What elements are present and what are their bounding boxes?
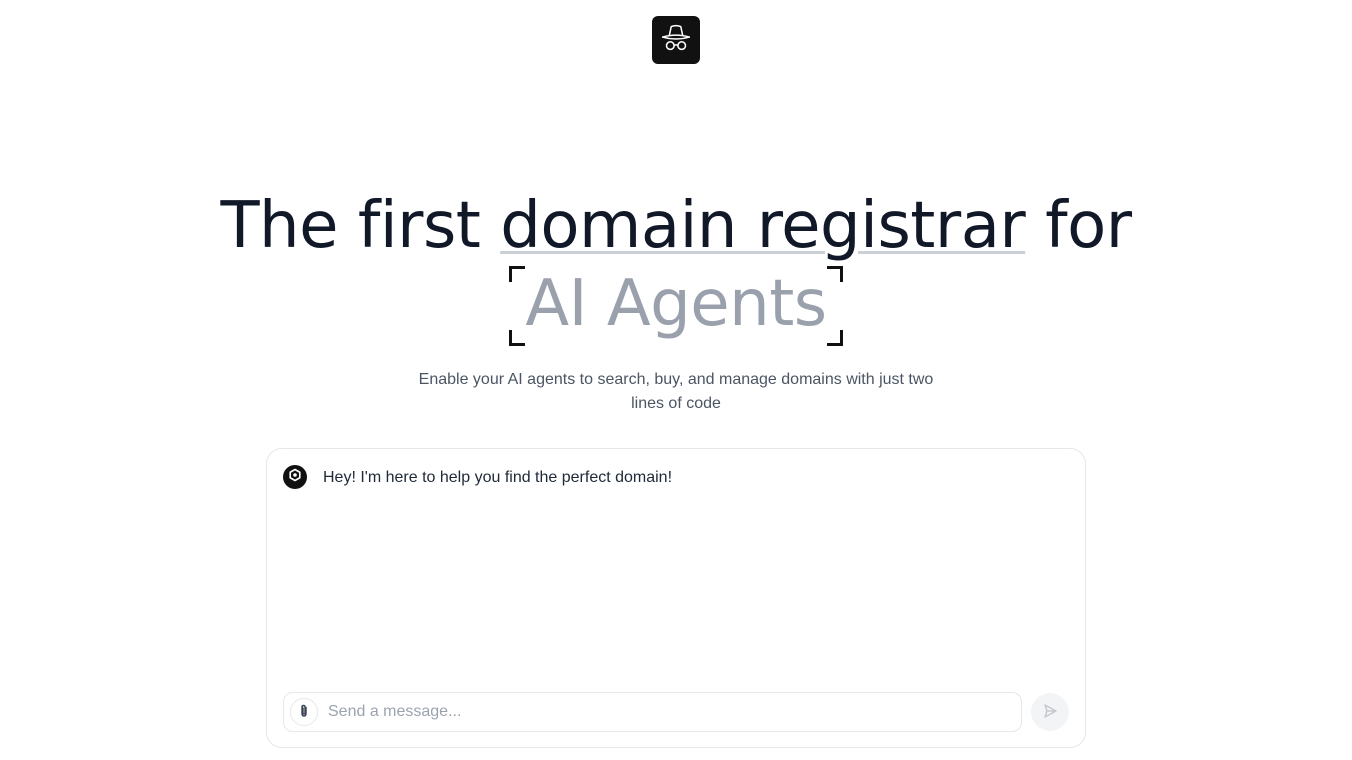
- headline-suffix: for: [1025, 189, 1132, 263]
- bracket-corner-bottom-right: [826, 330, 843, 346]
- hero-headline: The first domain registrar for: [0, 186, 1352, 266]
- headline-underlined: domain registrar: [500, 189, 1026, 263]
- attach-button[interactable]: [290, 698, 318, 726]
- bot-message: Hey! I'm here to help you find the perfe…: [323, 469, 673, 486]
- headline-highlight: AI Agents: [509, 264, 843, 346]
- headline-highlight-row: AI Agents: [0, 264, 1352, 346]
- send-arrow-icon: [1041, 702, 1059, 723]
- brand-logo[interactable]: [652, 16, 700, 64]
- headline-prefix: The first: [220, 189, 501, 263]
- chat-panel: Hey! I'm here to help you find the perfe…: [266, 448, 1086, 748]
- paperclip-icon: [296, 703, 312, 722]
- hero-subtitle: Enable your AI agents to search, buy, an…: [418, 371, 934, 412]
- page: The first domain registrar for AI Agents…: [0, 0, 1352, 760]
- headline-highlight-text: AI Agents: [525, 267, 827, 341]
- bot-avatar: [283, 465, 307, 489]
- send-button[interactable]: [1031, 693, 1069, 731]
- incognito-hat-glasses-icon: [657, 19, 695, 62]
- bracket-corner-top-right: [826, 266, 843, 282]
- bot-hexagon-icon: [288, 468, 302, 487]
- message-input[interactable]: [328, 697, 1008, 727]
- bracket-corner-top-left: [509, 266, 526, 282]
- bracket-corner-bottom-left: [509, 330, 526, 346]
- message-composer: [283, 692, 1022, 732]
